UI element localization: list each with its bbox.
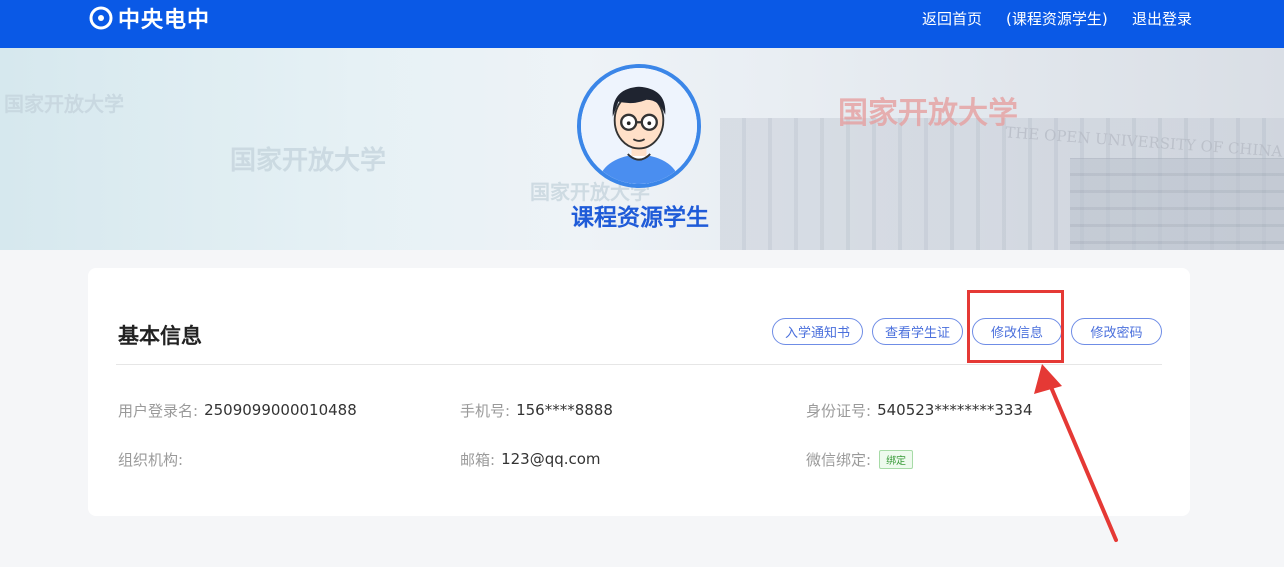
view-student-card-button[interactable]: 查看学生证 [872, 318, 963, 345]
annotation-arrow-icon [1034, 364, 1118, 542]
phone-field: 手机号: 156****8888 [460, 399, 613, 421]
email-field: 邮箱: 123@qq.com [460, 448, 601, 470]
profile-username: 课程资源学生 [571, 205, 709, 231]
top-bar: 中央电中 返回首页 (课程资源学生) 退出登录 [0, 0, 1284, 48]
logo[interactable]: 中央电中 [88, 3, 210, 33]
field-value: 540523********3334 [877, 401, 1033, 419]
highlight-box [967, 290, 1064, 363]
field-label: 手机号: [460, 401, 511, 420]
banner-watermark: 国家开放大学 [230, 146, 387, 176]
logo-text: 中央电中 [118, 8, 211, 33]
field-label: 用户登录名: [118, 401, 199, 420]
field-value: 156****8888 [516, 401, 613, 419]
avatar-student-icon [581, 68, 697, 184]
section-title: 基本信息 [118, 324, 202, 348]
divider [116, 364, 1162, 365]
banner-watermark: 国家开放大学 [4, 92, 124, 116]
nav-home-link[interactable]: 返回首页 [922, 0, 982, 36]
organization-field: 组织机构: [118, 448, 189, 470]
field-label: 微信绑定: [806, 450, 872, 469]
banner-watermark-red: 国家开放大学 [838, 96, 1018, 131]
login-name-field: 用户登录名: 2509099000010488 [118, 399, 357, 421]
change-password-button[interactable]: 修改密码 [1071, 318, 1162, 345]
id-number-field: 身份证号: 540523********3334 [806, 399, 1033, 421]
logo-icon [89, 6, 113, 30]
field-value: 123@qq.com [501, 450, 601, 468]
wechat-bind-field: 微信绑定: 绑定 [806, 448, 914, 470]
banner-building-side [1070, 158, 1284, 250]
field-value: 2509099000010488 [204, 401, 357, 419]
wechat-bind-badge[interactable]: 绑定 [879, 449, 914, 469]
field-label: 邮箱: [460, 450, 496, 469]
field-label: 组织机构: [118, 450, 184, 469]
nav-logout-link[interactable]: 退出登录 [1132, 0, 1192, 36]
nav-user-link[interactable]: (课程资源学生) [1006, 0, 1108, 36]
avatar[interactable] [577, 64, 701, 188]
field-label: 身份证号: [806, 401, 872, 420]
admission-notice-button[interactable]: 入学通知书 [772, 318, 863, 345]
